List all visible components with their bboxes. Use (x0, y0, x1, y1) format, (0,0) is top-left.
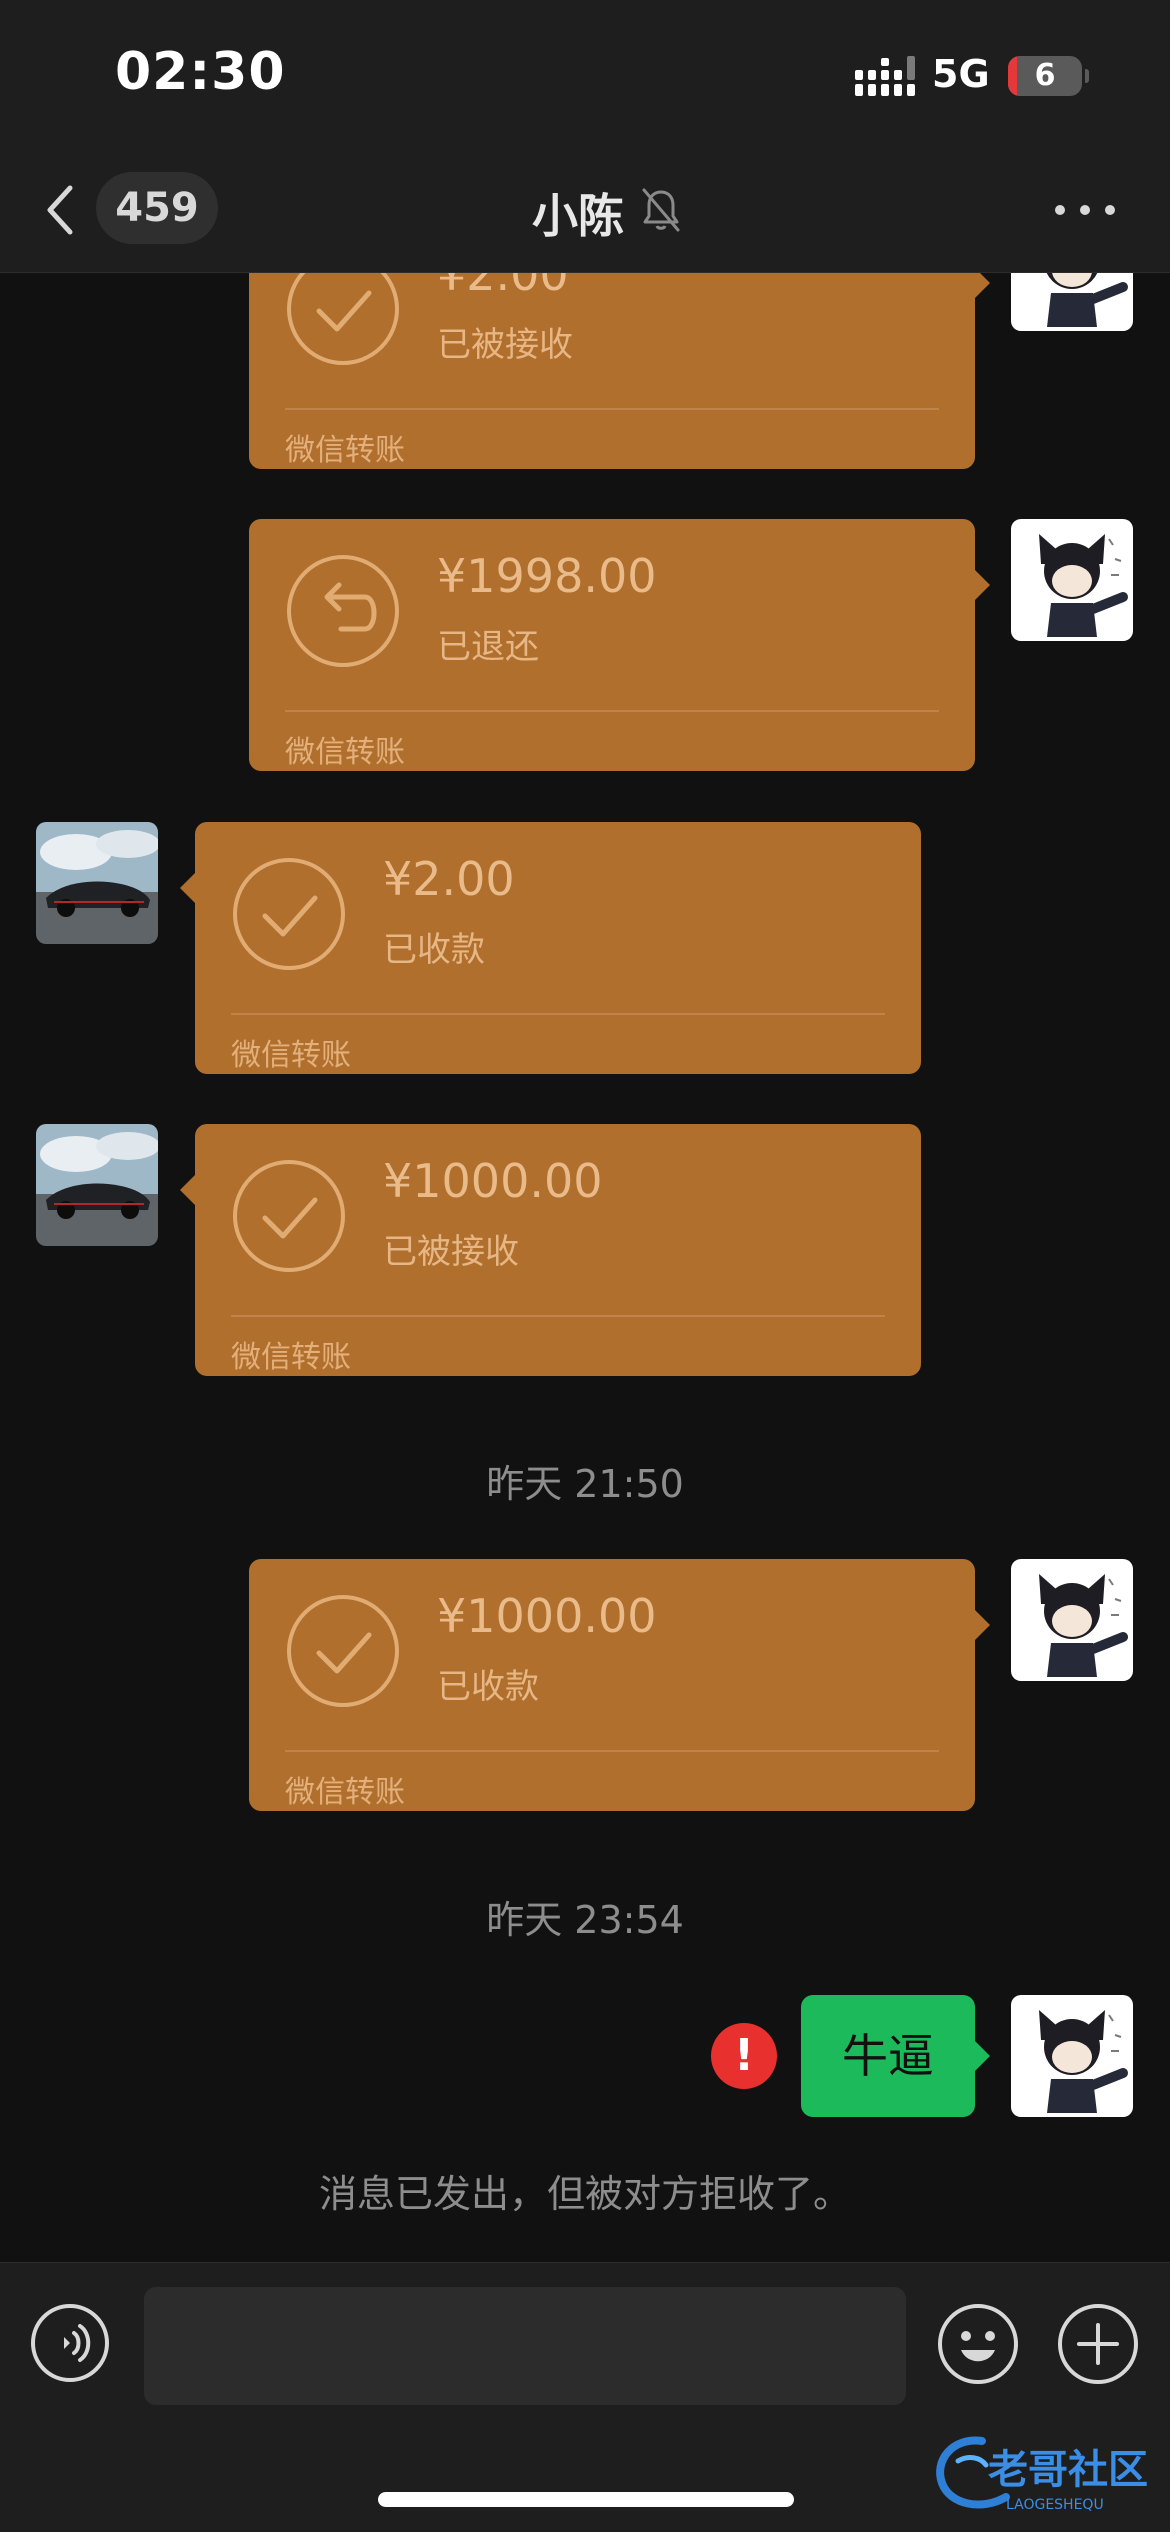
ellipsis-icon[interactable] (1050, 200, 1120, 220)
signal-icon (855, 56, 915, 96)
transfer-label: 微信转账 (231, 1340, 351, 1375)
chevron-left-icon[interactable] (40, 178, 84, 242)
text-message[interactable]: 牛逼 (801, 1995, 990, 2117)
transfer-label: 微信转账 (231, 1038, 351, 1073)
transfer-status: 已被接收 (437, 325, 573, 365)
avatar[interactable] (1011, 1995, 1133, 2117)
emoji-icon[interactable] (937, 2303, 1019, 2385)
text-message-content: 牛逼 (842, 2029, 934, 2083)
divider (285, 408, 939, 410)
home-indicator[interactable] (378, 2492, 794, 2507)
transfer-status: 已收款 (383, 930, 485, 970)
battery-level: 6 (1034, 58, 1056, 93)
network-type: 5G (932, 52, 990, 96)
avatar[interactable] (1011, 273, 1133, 331)
transfer-message[interactable]: ¥1998.00 已退还 微信转账 (249, 519, 990, 771)
watermark-subtext: LAOGESHEQU (1006, 2497, 1104, 2513)
chat-screen: 02:30 5G 6 459 小陈 ¥2.00 已被接收 微信转账 ¥1998.… (0, 0, 1170, 2532)
input-bar: 老哥社区 LAOGESHEQU (0, 2262, 1170, 2532)
check-circle-icon (287, 1595, 399, 1707)
watermark-text: 老哥社区 (988, 2447, 1148, 2493)
chat-title[interactable]: 小陈 (532, 180, 624, 246)
avatar[interactable] (1011, 519, 1133, 641)
transfer-message[interactable]: ¥1000.00 已被接收 微信转账 (180, 1124, 921, 1376)
transfer-status: 已退还 (437, 627, 539, 667)
check-circle-icon (233, 1160, 345, 1272)
avatar[interactable] (36, 822, 158, 944)
check-circle-icon (287, 273, 399, 365)
plus-circle-icon[interactable] (1057, 2303, 1139, 2385)
transfer-amount: ¥1998.00 (437, 549, 657, 603)
message-timestamp: 昨天 23:54 (486, 1898, 684, 1942)
battery-icon: 6 (1008, 56, 1089, 98)
transfer-amount: ¥2.00 (437, 273, 569, 301)
transfer-label: 微信转账 (285, 735, 405, 770)
avatar[interactable] (1011, 1559, 1133, 1681)
transfer-label: 微信转账 (285, 1775, 405, 1810)
status-time: 02:30 (115, 42, 286, 102)
bell-slash-icon (642, 188, 680, 232)
return-arrow-icon (287, 555, 399, 667)
status-bar: 02:30 5G 6 (0, 0, 1170, 150)
message-input[interactable] (144, 2287, 906, 2405)
watermark-logo: 老哥社区 LAOGESHEQU (936, 2436, 1148, 2513)
transfer-amount: ¥2.00 (383, 852, 515, 906)
divider (285, 710, 939, 712)
unread-count-badge[interactable]: 459 (96, 172, 218, 244)
nav-bar: 459 小陈 (0, 150, 1170, 273)
transfer-message[interactable]: ¥2.00 已被接收 微信转账 (249, 273, 990, 469)
send-failed-icon[interactable]: ! (711, 2023, 777, 2089)
transfer-status: 已被接收 (383, 1232, 519, 1272)
avatar[interactable] (36, 1124, 158, 1246)
message-list[interactable]: ¥2.00 已被接收 微信转账 ¥1998.00 已退还 微信转账 ¥2.00 … (0, 273, 1170, 2261)
divider (231, 1315, 885, 1317)
divider (285, 1750, 939, 1752)
transfer-message[interactable]: ¥2.00 已收款 微信转账 (180, 822, 921, 1074)
transfer-label: 微信转账 (285, 433, 405, 468)
message-timestamp: 昨天 21:50 (486, 1462, 684, 1506)
transfer-amount: ¥1000.00 (383, 1154, 603, 1208)
voice-icon[interactable] (30, 2303, 110, 2383)
check-circle-icon (233, 858, 345, 970)
divider (231, 1013, 885, 1015)
transfer-message[interactable]: ¥1000.00 已收款 微信转账 (249, 1559, 990, 1811)
system-notice: 消息已发出，但被对方拒收了。 (318, 2172, 851, 2216)
transfer-status: 已收款 (437, 1667, 539, 1707)
transfer-amount: ¥1000.00 (437, 1589, 657, 1643)
